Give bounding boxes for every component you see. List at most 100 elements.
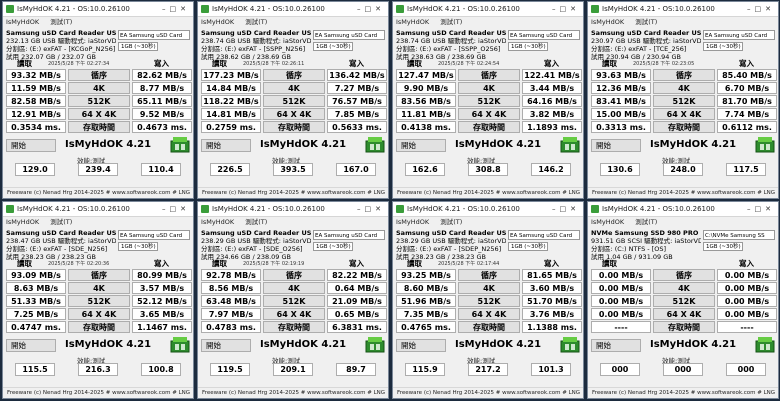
- test-size-select[interactable]: 1GB (~30秒): [313, 42, 353, 51]
- test-button[interactable]: 存取時間: [653, 321, 715, 333]
- test-size-select[interactable]: 1GB (~30秒): [703, 242, 743, 251]
- drive-select[interactable]: EA Samsung uSD Card: [118, 30, 190, 40]
- start-button[interactable]: 開始: [396, 339, 446, 352]
- title-bar[interactable]: IsMyHdOK 4.21 - OS:10.0.26100 –□✕: [393, 202, 583, 217]
- menu-test[interactable]: 測試(T): [635, 218, 657, 226]
- drive-select[interactable]: EA Samsung uSD Card: [313, 230, 385, 240]
- window-controls[interactable]: –□✕: [552, 202, 580, 216]
- start-button[interactable]: 開始: [201, 339, 251, 352]
- start-button[interactable]: 開始: [201, 139, 251, 152]
- footer[interactable]: Freeware (c) Nenad Hrg 2014-2025 # www.s…: [393, 187, 583, 198]
- start-button[interactable]: 開始: [6, 339, 56, 352]
- title-bar[interactable]: IsMyHdOK 4.21 - OS:10.0.26100 –□✕: [588, 202, 778, 217]
- test-button[interactable]: 循序: [458, 69, 520, 81]
- title-bar[interactable]: IsMyHdOK 4.21 - OS:10.0.26100 –□✕: [393, 2, 583, 17]
- menu-file[interactable]: IsMyHdOK: [201, 18, 234, 26]
- test-button[interactable]: 存取時間: [68, 321, 130, 333]
- window-controls[interactable]: –□✕: [747, 202, 775, 216]
- test-button[interactable]: 循序: [653, 269, 715, 281]
- footer[interactable]: Freeware (c) Nenad Hrg 2014-2025 # www.s…: [198, 387, 388, 398]
- test-button[interactable]: 64 X 4K: [458, 308, 520, 320]
- test-button[interactable]: 512K: [458, 95, 520, 107]
- footer[interactable]: Freeware (c) Nenad Hrg 2014-2025 # www.s…: [198, 187, 388, 198]
- test-button[interactable]: 循序: [68, 69, 130, 81]
- start-button[interactable]: 開始: [591, 139, 641, 152]
- test-button[interactable]: 循序: [653, 69, 715, 81]
- footer[interactable]: Freeware (c) Nenad Hrg 2014-2025 # www.s…: [3, 187, 193, 198]
- drive-select[interactable]: EA Samsung uSD Card: [118, 230, 190, 240]
- window-controls[interactable]: –□✕: [162, 202, 190, 216]
- footer[interactable]: Freeware (c) Nenad Hrg 2014-2025 # www.s…: [588, 187, 778, 198]
- drive-select[interactable]: C:\NVMe Samsung SS: [703, 230, 775, 240]
- test-button[interactable]: 64 X 4K: [68, 108, 130, 120]
- menu-test[interactable]: 測試(T): [245, 18, 267, 26]
- test-button[interactable]: 4K: [653, 82, 715, 94]
- test-size-select[interactable]: 1GB (~30秒): [508, 42, 548, 51]
- test-button[interactable]: 循序: [68, 269, 130, 281]
- title-bar[interactable]: IsMyHdOK 4.21 - OS:10.0.26100 –□✕: [3, 202, 193, 217]
- menu-test[interactable]: 測試(T): [440, 218, 462, 226]
- test-button[interactable]: 512K: [68, 95, 130, 107]
- test-button[interactable]: 4K: [263, 82, 325, 94]
- window-controls[interactable]: –□✕: [357, 2, 385, 16]
- footer[interactable]: Freeware (c) Nenad Hrg 2014-2025 # www.s…: [393, 387, 583, 398]
- test-button[interactable]: 存取時間: [653, 121, 715, 133]
- footer[interactable]: Freeware (c) Nenad Hrg 2014-2025 # www.s…: [3, 387, 193, 398]
- start-button[interactable]: 開始: [591, 339, 641, 352]
- test-button[interactable]: 4K: [68, 82, 130, 94]
- test-button[interactable]: 512K: [68, 295, 130, 307]
- title-bar[interactable]: IsMyHdOK 4.21 - OS:10.0.26100 –□✕: [588, 2, 778, 17]
- window-controls[interactable]: –□✕: [552, 2, 580, 16]
- footer[interactable]: Freeware (c) Nenad Hrg 2014-2025 # www.s…: [588, 387, 778, 398]
- test-button[interactable]: 循序: [458, 269, 520, 281]
- title-bar[interactable]: IsMyHdOK 4.21 - OS:10.0.26100 –□✕: [3, 2, 193, 17]
- menu-file[interactable]: IsMyHdOK: [201, 218, 234, 226]
- test-button[interactable]: 512K: [263, 95, 325, 107]
- test-button[interactable]: 存取時間: [263, 321, 325, 333]
- test-button[interactable]: 存取時間: [458, 121, 520, 133]
- menu-test[interactable]: 測試(T): [440, 18, 462, 26]
- test-button[interactable]: 循序: [263, 69, 325, 81]
- menu-file[interactable]: IsMyHdOK: [396, 18, 429, 26]
- window-controls[interactable]: –□✕: [162, 2, 190, 16]
- drive-select[interactable]: EA Samsung uSD Card: [703, 30, 775, 40]
- test-button[interactable]: 64 X 4K: [458, 108, 520, 120]
- title-bar[interactable]: IsMyHdOK 4.21 - OS:10.0.26100 –□✕: [198, 202, 388, 217]
- drive-select[interactable]: EA Samsung uSD Card: [508, 230, 580, 240]
- test-button[interactable]: 512K: [458, 295, 520, 307]
- window-controls[interactable]: –□✕: [747, 2, 775, 16]
- test-size-select[interactable]: 1GB (~30秒): [118, 42, 158, 51]
- menu-test[interactable]: 測試(T): [50, 218, 72, 226]
- test-button[interactable]: 存取時間: [68, 121, 130, 133]
- menu-file[interactable]: IsMyHdOK: [6, 218, 39, 226]
- menu-test[interactable]: 測試(T): [245, 218, 267, 226]
- test-button[interactable]: 存取時間: [263, 121, 325, 133]
- drive-select[interactable]: EA Samsung uSD Card: [313, 30, 385, 40]
- test-button[interactable]: 4K: [68, 282, 130, 294]
- menu-file[interactable]: IsMyHdOK: [591, 218, 624, 226]
- test-button[interactable]: 64 X 4K: [68, 308, 130, 320]
- test-size-select[interactable]: 1GB (~30秒): [703, 42, 743, 51]
- test-button[interactable]: 循序: [263, 269, 325, 281]
- menu-test[interactable]: 測試(T): [635, 18, 657, 26]
- window-controls[interactable]: –□✕: [357, 202, 385, 216]
- test-size-select[interactable]: 1GB (~30秒): [313, 242, 353, 251]
- test-button[interactable]: 4K: [458, 282, 520, 294]
- menu-file[interactable]: IsMyHdOK: [6, 18, 39, 26]
- menu-file[interactable]: IsMyHdOK: [591, 18, 624, 26]
- title-bar[interactable]: IsMyHdOK 4.21 - OS:10.0.26100 –□✕: [198, 2, 388, 17]
- drive-select[interactable]: EA Samsung uSD Card: [508, 30, 580, 40]
- test-button[interactable]: 64 X 4K: [263, 108, 325, 120]
- test-button[interactable]: 512K: [653, 95, 715, 107]
- test-button[interactable]: 64 X 4K: [263, 308, 325, 320]
- test-button[interactable]: 存取時間: [458, 321, 520, 333]
- menu-file[interactable]: IsMyHdOK: [396, 218, 429, 226]
- test-size-select[interactable]: 1GB (~30秒): [508, 242, 548, 251]
- test-button[interactable]: 512K: [263, 295, 325, 307]
- test-button[interactable]: 512K: [653, 295, 715, 307]
- start-button[interactable]: 開始: [6, 139, 56, 152]
- test-button[interactable]: 4K: [653, 282, 715, 294]
- test-size-select[interactable]: 1GB (~30秒): [118, 242, 158, 251]
- test-button[interactable]: 64 X 4K: [653, 108, 715, 120]
- test-button[interactable]: 4K: [263, 282, 325, 294]
